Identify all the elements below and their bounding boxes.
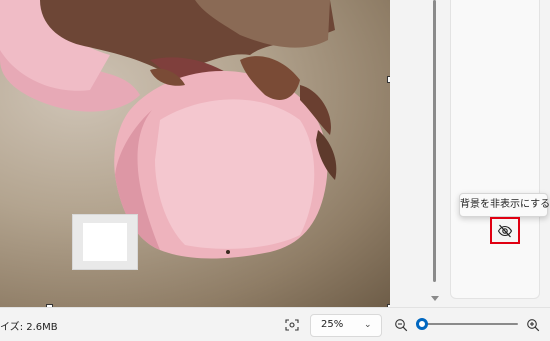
layers-panel — [390, 0, 550, 307]
panel-scrollbar[interactable] — [431, 0, 439, 301]
zoom-slider-thumb[interactable] — [416, 318, 428, 330]
zoom-in-button[interactable] — [526, 317, 540, 332]
eye-slash-icon — [497, 224, 513, 237]
zoom-in-icon — [527, 319, 540, 332]
zoom-out-button[interactable] — [394, 317, 408, 332]
background-layer-thumbnail[interactable] — [72, 214, 138, 270]
scroll-down-arrow-icon[interactable] — [431, 296, 439, 301]
chevron-down-icon: ⌄ — [364, 320, 372, 330]
zoom-slider-track — [418, 323, 518, 325]
scrollbar-thumb[interactable] — [433, 0, 436, 282]
image-canvas[interactable] — [0, 0, 390, 307]
zoom-out-icon — [395, 319, 408, 332]
zoom-level-value: 25% — [321, 319, 344, 330]
fit-to-screen-button[interactable] — [283, 317, 301, 333]
thumbnail-image — [83, 223, 127, 261]
zoom-slider[interactable] — [416, 318, 518, 330]
layer-card — [450, 0, 540, 299]
zoom-level-dropdown[interactable]: 25% ⌄ — [310, 314, 382, 337]
hide-background-button[interactable] — [490, 217, 520, 244]
fit-to-screen-icon — [285, 319, 299, 331]
tooltip: 背景を非表示にする — [459, 193, 550, 217]
image-size-label: イズ: 2.6MB — [0, 322, 58, 333]
tooltip-text: 背景を非表示にする — [460, 199, 550, 210]
flower-photo — [0, 0, 337, 259]
status-bar: イズ: 2.6MB 25% ⌄ — [0, 307, 550, 341]
